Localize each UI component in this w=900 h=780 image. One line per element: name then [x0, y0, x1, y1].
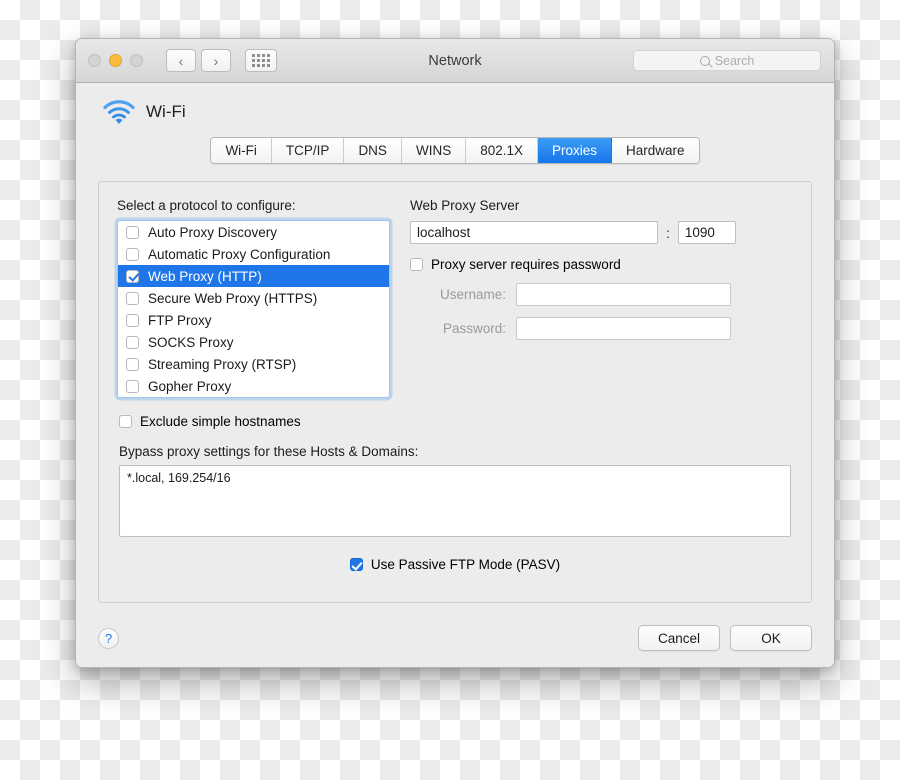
protocol-label: Auto Proxy Discovery — [148, 224, 278, 240]
proxy-port-field[interactable]: 1090 — [677, 221, 736, 244]
protocol-label: SOCKS Proxy — [148, 334, 234, 350]
passive-ftp-label: Use Passive FTP Mode (PASV) — [370, 557, 561, 572]
bypass-list-label: Bypass proxy settings for these Hosts & … — [119, 444, 419, 459]
protocol-label: Secure Web Proxy (HTTPS) — [148, 290, 318, 306]
device-name: Wi-Fi — [146, 102, 186, 121]
username-field[interactable] — [516, 283, 731, 306]
preferences-body: Wi-Fi Wi-Fi TCP/IP DNS WINS 802.1X Proxi… — [76, 83, 834, 667]
proxy-host-field[interactable]: localhost — [410, 221, 658, 244]
protocol-list[interactable]: Auto Proxy Discovery Automatic Proxy Con… — [117, 220, 390, 398]
password-label: Password: — [442, 321, 506, 336]
protocol-checkbox[interactable] — [126, 335, 139, 349]
search-input[interactable]: Search — [633, 50, 821, 71]
network-preferences-window: ‹ › Network Search Wi-Fi Wi-Fi TCP/IP DN… — [75, 38, 835, 668]
protocol-row-secure-web-proxy-https[interactable]: Secure Web Proxy (HTTPS) — [118, 287, 389, 309]
proxy-server-title: Web Proxy Server — [410, 198, 520, 213]
exclude-simple-hostnames-checkbox[interactable] — [119, 415, 132, 428]
device-header: Wi-Fi — [76, 83, 834, 125]
tab-tcpip[interactable]: TCP/IP — [271, 138, 345, 163]
requires-password-checkbox[interactable] — [410, 258, 423, 271]
password-row: Password: — [410, 317, 793, 340]
exclude-simple-hostnames-row[interactable]: Exclude simple hostnames — [119, 414, 811, 429]
exclude-simple-hostnames-label: Exclude simple hostnames — [140, 414, 301, 429]
forward-button[interactable]: › — [201, 49, 231, 72]
host-port-separator: : — [666, 224, 670, 241]
tab-proxies[interactable]: Proxies — [538, 138, 613, 163]
protocol-row-automatic-proxy-configuration[interactable]: Automatic Proxy Configuration — [118, 243, 389, 265]
grid-icon — [252, 54, 270, 67]
help-button[interactable]: ? — [98, 627, 119, 649]
requires-password-label: Proxy server requires password — [431, 257, 621, 272]
navigation-buttons: ‹ › — [166, 49, 231, 72]
sheet-footer: ? Cancel OK — [98, 617, 812, 659]
passive-ftp-checkbox[interactable] — [349, 558, 363, 571]
protocol-column: Select a protocol to configure: Auto Pro… — [117, 198, 390, 398]
protocol-label: FTP Proxy — [148, 312, 212, 328]
protocol-checkbox[interactable] — [126, 291, 139, 305]
search-placeholder: Search — [714, 53, 755, 68]
protocol-row-gopher-proxy[interactable]: Gopher Proxy — [118, 375, 389, 397]
protocol-checkbox[interactable] — [126, 269, 139, 283]
cancel-button[interactable]: Cancel — [638, 625, 720, 651]
search-icon — [699, 55, 710, 66]
close-window-button[interactable] — [88, 54, 101, 67]
protocol-list-label: Select a protocol to configure: — [117, 198, 296, 213]
protocol-label: Web Proxy (HTTP) — [148, 268, 262, 284]
show-all-preferences-button[interactable] — [245, 49, 277, 72]
username-label: Username: — [439, 287, 506, 302]
protocol-label: Gopher Proxy — [148, 378, 232, 394]
protocol-row-web-proxy-http[interactable]: Web Proxy (HTTP) — [118, 265, 389, 287]
minimize-window-button[interactable] — [109, 54, 122, 67]
protocol-row-auto-proxy-discovery[interactable]: Auto Proxy Discovery — [118, 221, 389, 243]
protocol-label: Automatic Proxy Configuration — [148, 246, 331, 262]
protocol-checkbox[interactable] — [126, 357, 139, 371]
requires-password-row[interactable]: Proxy server requires password — [410, 257, 793, 272]
tab-hardware[interactable]: Hardware — [612, 138, 699, 163]
proxy-server-column: Web Proxy Server localhost : 1090 Proxy … — [390, 198, 793, 398]
traffic-light-buttons — [88, 54, 143, 67]
tab-dns[interactable]: DNS — [344, 138, 402, 163]
protocol-row-streaming-proxy-rtsp[interactable]: Streaming Proxy (RTSP) — [118, 353, 389, 375]
protocol-checkbox[interactable] — [126, 225, 139, 239]
tab-bar: Wi-Fi TCP/IP DNS WINS 802.1X Proxies Har… — [76, 137, 834, 164]
bypass-list-textarea[interactable]: *.local, 169.254/16 — [119, 465, 791, 537]
passive-ftp-row[interactable]: Use Passive FTP Mode (PASV) — [99, 557, 811, 572]
wifi-icon — [103, 100, 135, 124]
tab-wifi[interactable]: Wi-Fi — [211, 138, 272, 163]
protocol-row-socks-proxy[interactable]: SOCKS Proxy — [118, 331, 389, 353]
proxies-panel: Select a protocol to configure: Auto Pro… — [98, 181, 812, 603]
username-row: Username: — [410, 283, 793, 306]
protocol-label: Streaming Proxy (RTSP) — [148, 356, 297, 372]
tab-wins[interactable]: WINS — [401, 138, 467, 163]
protocol-checkbox[interactable] — [126, 247, 139, 261]
window-titlebar: ‹ › Network Search — [76, 39, 834, 83]
back-button[interactable]: ‹ — [166, 49, 196, 72]
protocol-row-ftp-proxy[interactable]: FTP Proxy — [118, 309, 389, 331]
ok-button[interactable]: OK — [730, 625, 812, 651]
tab-8021x[interactable]: 802.1X — [466, 138, 538, 163]
maximize-window-button[interactable] — [130, 54, 143, 67]
protocol-checkbox[interactable] — [126, 313, 139, 327]
protocol-checkbox[interactable] — [126, 379, 139, 393]
password-field[interactable] — [516, 317, 731, 340]
